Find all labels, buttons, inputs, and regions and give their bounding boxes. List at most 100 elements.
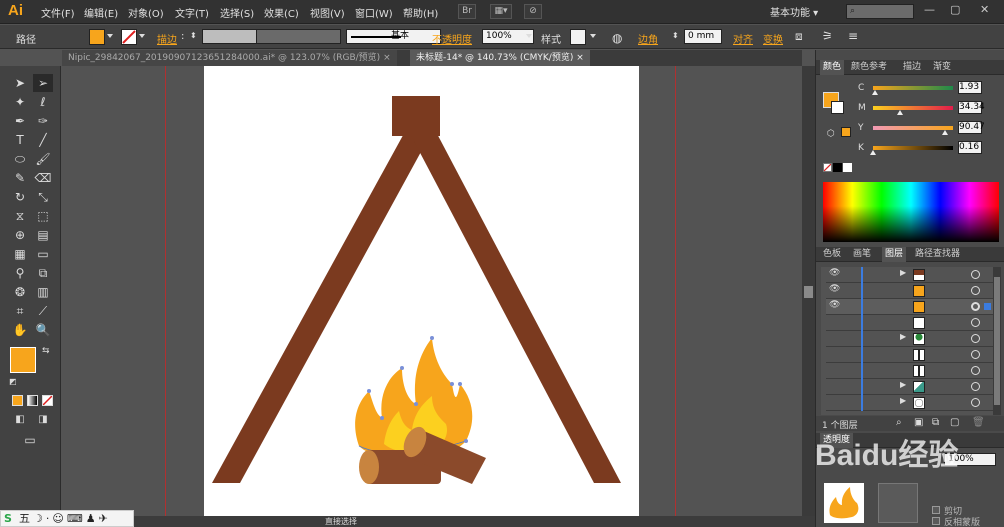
eyedropper-tool-icon[interactable]: ⚲	[10, 264, 30, 282]
align-link[interactable]: 对齐	[733, 31, 753, 46]
swap-colors-icon[interactable]: ⇆	[42, 346, 50, 356]
stroke-weight-input[interactable]	[202, 29, 264, 44]
menu-help[interactable]: 帮助(H)	[403, 5, 438, 20]
anchor-point[interactable]	[458, 382, 462, 386]
visibility-eye-icon[interactable]: 👁	[829, 284, 840, 294]
tab-color-guide[interactable]: 颜色参考	[848, 60, 890, 75]
layer-row[interactable]: ▶	[826, 379, 998, 395]
stroke-label[interactable]: 描边	[157, 31, 177, 46]
maximize-icon[interactable]: ▢	[950, 3, 960, 16]
fill-color-box[interactable]	[10, 347, 36, 373]
tab-color[interactable]: 颜色	[820, 60, 845, 75]
color-mode-icon[interactable]	[12, 395, 23, 406]
target-circle-icon[interactable]	[971, 382, 980, 391]
scroll-thumb[interactable]	[804, 286, 813, 298]
width-tool-icon[interactable]: ⧖	[10, 207, 30, 225]
slider-k[interactable]	[873, 146, 953, 150]
slider-handle-y[interactable]	[942, 130, 948, 135]
close-tab-icon[interactable]: ×	[576, 53, 584, 63]
slider-m[interactable]	[873, 106, 953, 110]
slider-c[interactable]	[873, 86, 953, 90]
tab-untitled-14[interactable]: 未标题-14* @ 140.73% (CMYK/预览) ×	[410, 50, 590, 66]
hand-tool-icon[interactable]: ✋	[10, 321, 30, 339]
panel-menu-icon[interactable]: ≡	[848, 29, 858, 43]
close-tab-icon[interactable]: ×	[383, 53, 391, 63]
menu-object[interactable]: 对象(O)	[128, 5, 164, 20]
slice-tool-icon[interactable]: ⟋	[33, 302, 53, 320]
perspective-grid-tool-icon[interactable]: ▤	[33, 226, 53, 244]
brush-definition-select[interactable]: 基本	[346, 29, 441, 44]
variable-width-profile[interactable]	[256, 29, 341, 44]
style-dropdown-icon[interactable]	[590, 34, 596, 38]
layer-row-selected[interactable]: 👁	[826, 299, 998, 315]
tab-stroke[interactable]: 描边	[900, 60, 924, 75]
stroke-weight-stepper[interactable]: ⬍	[190, 31, 197, 40]
fill-swatch[interactable]	[89, 29, 105, 45]
selection-options-icon[interactable]: ⚞	[822, 29, 833, 43]
mesh-tool-icon[interactable]: ▦	[10, 245, 30, 263]
anchor-point[interactable]	[450, 382, 454, 386]
ime-toolbar[interactable]: S 五☽·☺⌨♟✈	[0, 510, 134, 527]
out-of-gamut-icon[interactable]: ⬡	[827, 129, 835, 139]
menu-file[interactable]: 文件(F)	[41, 5, 75, 20]
scale-tool-icon[interactable]: ⤡	[33, 188, 53, 206]
graphic-style-swatch[interactable]	[570, 29, 586, 45]
corner-input[interactable]: 0 mm	[684, 29, 722, 44]
menu-select[interactable]: 选择(S)	[220, 5, 254, 20]
bridge-button[interactable]: Br	[458, 4, 476, 19]
zoom-tool-icon[interactable]: 🔍	[33, 321, 53, 339]
opacity-label[interactable]: 不透明度	[432, 31, 472, 46]
tab-layers[interactable]: 图层	[882, 247, 907, 262]
menu-effect[interactable]: 效果(C)	[264, 5, 299, 20]
direct-selection-tool-icon[interactable]: ➢	[33, 74, 53, 92]
recolor-artwork-icon[interactable]: ◍	[612, 31, 622, 45]
expand-triangle-icon[interactable]: ▶	[900, 396, 906, 405]
expand-triangle-icon[interactable]: ▶	[900, 380, 906, 389]
tripod-top-block[interactable]	[392, 96, 440, 136]
locate-object-icon[interactable]: ⌕	[896, 417, 902, 428]
draw-behind-icon[interactable]: ◨	[33, 411, 53, 429]
artboard[interactable]	[204, 66, 639, 516]
none-mode-icon[interactable]	[42, 395, 53, 406]
gpu-icon[interactable]: ⊘	[524, 4, 542, 19]
transform-link[interactable]: 变换	[763, 31, 783, 46]
target-circle-icon[interactable]	[971, 398, 980, 407]
make-mask-button[interactable]	[878, 483, 918, 523]
layer-row[interactable]: ▶	[826, 331, 998, 347]
target-circle-icon[interactable]	[971, 366, 980, 375]
value-k[interactable]: 0.16	[958, 141, 982, 154]
artboard-tool-icon[interactable]: ⌗	[10, 302, 30, 320]
menu-type[interactable]: 文字(T)	[175, 5, 209, 20]
default-colors-icon[interactable]: ◩	[9, 377, 17, 386]
free-transform-tool-icon[interactable]: ⬚	[33, 207, 53, 225]
tab-pathfinder[interactable]: 路径查找器	[912, 247, 963, 262]
vertical-scrollbar[interactable]	[802, 66, 815, 516]
tab-swatches[interactable]: 色板	[820, 247, 844, 262]
layer-row[interactable]: 👁	[826, 283, 998, 299]
delete-layer-icon[interactable]: 🗑	[972, 417, 985, 428]
minimize-icon[interactable]: —	[924, 3, 935, 16]
gradient-mode-icon[interactable]	[27, 395, 38, 406]
eraser-tool-icon[interactable]: ⌫	[33, 169, 53, 187]
value-c[interactable]: 1.93	[958, 81, 982, 94]
panel-stroke-swatch[interactable]	[831, 101, 844, 114]
menu-window[interactable]: 窗口(W)	[355, 5, 393, 20]
new-layer-icon[interactable]: ▢	[950, 417, 959, 428]
menu-view[interactable]: 视图(V)	[310, 5, 345, 20]
lasso-tool-icon[interactable]: ℓ	[33, 93, 53, 111]
stroke-dropdown-icon[interactable]	[139, 34, 145, 38]
draw-normal-icon[interactable]: ◧	[10, 411, 30, 429]
anchor-point[interactable]	[380, 416, 384, 420]
clipping-mask-icon[interactable]: ▣	[914, 417, 923, 428]
black-swatch[interactable]	[833, 163, 842, 172]
arrange-documents-button[interactable]: ▦▾	[490, 4, 512, 19]
pencil-tool-icon[interactable]: ✎	[10, 169, 30, 187]
slider-handle-m[interactable]	[897, 110, 904, 115]
layers-scrollbar[interactable]	[993, 267, 1001, 415]
close-icon[interactable]: ✕	[980, 3, 989, 16]
expand-triangle-icon[interactable]: ▶	[900, 332, 906, 341]
anchor-point[interactable]	[464, 439, 468, 443]
anchor-point[interactable]	[430, 336, 434, 340]
anchor-point[interactable]	[414, 402, 418, 406]
symbol-sprayer-tool-icon[interactable]: ❂	[10, 283, 30, 301]
